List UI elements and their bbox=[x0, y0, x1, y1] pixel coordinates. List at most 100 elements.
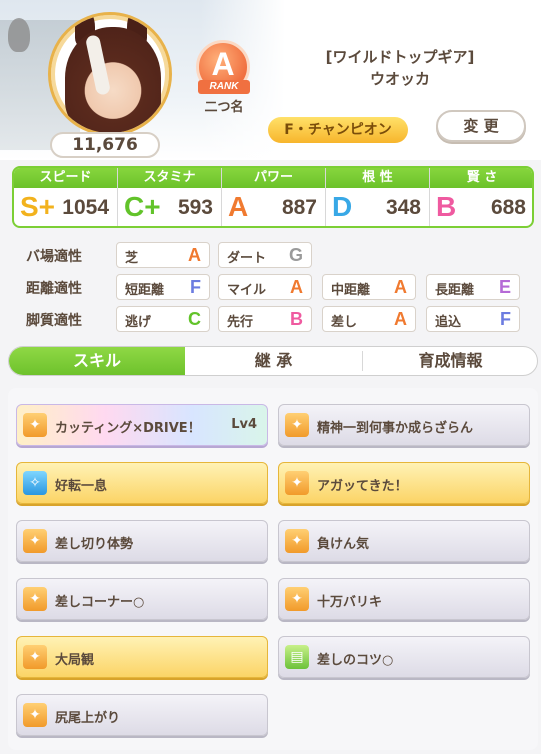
aptitude-grade: C bbox=[188, 309, 201, 329]
change-title-button[interactable]: 変 更 bbox=[436, 110, 526, 142]
speed-up-icon: ✦ bbox=[285, 471, 309, 495]
debuff-resist-icon: ▤ bbox=[285, 645, 309, 669]
skill-item[interactable]: ▤ 差しのコツ○ bbox=[278, 636, 530, 678]
speed-up-icon: ✦ bbox=[23, 587, 47, 611]
aptitude-name: 差し bbox=[331, 315, 358, 330]
avatar[interactable] bbox=[48, 12, 172, 136]
aptitude-name: 芝 bbox=[125, 251, 139, 266]
recovery-icon: ✧ bbox=[23, 471, 47, 495]
aptitude-dirt: ダート G bbox=[218, 242, 312, 268]
aptitude-grade: A bbox=[394, 277, 407, 297]
speed-up-icon: ✦ bbox=[285, 587, 309, 611]
stat-value: 887 bbox=[281, 196, 317, 219]
aptitude-grade: B bbox=[290, 309, 303, 329]
stat-power: パワー A 887 bbox=[222, 168, 326, 226]
skill-name: 負けん気 bbox=[317, 537, 370, 552]
aptitude-long: 長距離 E bbox=[426, 274, 520, 300]
aptitude-name: 短距離 bbox=[125, 283, 165, 298]
skills-panel: ✦ カッティング×DRIVE！ Lv4 ✦ 精神一到何事か成らざらん ✧ 好転一… bbox=[8, 388, 538, 750]
skill-name: 尻尾上がり bbox=[55, 711, 121, 726]
profile-header: 11,676 A RANK 二つ名 [ワイルドトップギア] ウオッカ F・チャン… bbox=[0, 0, 541, 160]
stat-grade: D bbox=[332, 191, 353, 222]
rank-ribbon: RANK bbox=[198, 80, 250, 94]
aptitude-sprint: 短距離 F bbox=[116, 274, 210, 300]
aptitude-grade: E bbox=[498, 277, 511, 297]
aptitude-grade: A bbox=[394, 309, 407, 329]
speed-up-icon: ✦ bbox=[23, 645, 47, 669]
character-portrait bbox=[65, 27, 161, 133]
aptitude-name: 先行 bbox=[227, 315, 254, 330]
aptitude-name: 中距離 bbox=[331, 283, 371, 298]
skill-name: 差しコーナー○ bbox=[55, 595, 145, 610]
skill-item[interactable]: ✦ 十万バリキ bbox=[278, 578, 530, 620]
aptitude-name: 追込 bbox=[435, 315, 462, 330]
skill-name: カッティング×DRIVE！ bbox=[55, 421, 201, 436]
aptitude-name: マイル bbox=[227, 283, 267, 298]
stat-stamina: スタミナ C+ 593 bbox=[118, 168, 222, 226]
rank-letter: A bbox=[211, 46, 235, 82]
stat-label: 賢 さ bbox=[430, 168, 532, 188]
stat-value: 1054 bbox=[62, 196, 109, 219]
stat-value: 688 bbox=[490, 196, 526, 219]
stat-label: スピード bbox=[14, 168, 117, 188]
skill-item[interactable]: ✦ 精神一到何事か成らざらん bbox=[278, 404, 530, 446]
track-aptitude-label: バ場適性 bbox=[26, 249, 82, 265]
speed-up-icon: ✦ bbox=[285, 413, 309, 437]
stat-label: スタミナ bbox=[118, 168, 221, 188]
stat-wisdom: 賢 さ B 688 bbox=[430, 168, 532, 226]
aptitude-name: 長距離 bbox=[435, 283, 475, 298]
aptitude-betweener: 差し A bbox=[322, 306, 416, 332]
aptitude-name: 逃げ bbox=[125, 315, 152, 330]
nickname-label: 二つ名 bbox=[204, 100, 244, 115]
aptitude-grade: G bbox=[288, 245, 303, 265]
carrot-icon bbox=[8, 18, 30, 52]
stat-grade: S+ bbox=[20, 191, 56, 222]
speed-up-icon: ✦ bbox=[23, 413, 47, 437]
aptitude-leader: 先行 B bbox=[218, 306, 312, 332]
skill-item[interactable]: ✦ 負けん気 bbox=[278, 520, 530, 562]
stat-grade: C+ bbox=[124, 191, 161, 222]
aptitude-runner: 逃げ C bbox=[116, 306, 210, 332]
skill-name: 好転一息 bbox=[55, 479, 108, 494]
skill-item[interactable]: ✦ 差し切り体勢 bbox=[16, 520, 268, 562]
skill-item[interactable]: ✦ 差しコーナー○ bbox=[16, 578, 268, 620]
tab-inheritance[interactable]: 継 承 bbox=[185, 347, 362, 375]
skill-name: アガッてきた！ bbox=[317, 479, 408, 494]
skill-name: 十万バリキ bbox=[317, 595, 383, 610]
aptitude-turf: 芝 A bbox=[116, 242, 210, 268]
aptitude-mile: マイル A bbox=[218, 274, 312, 300]
aptitude-chaser: 追込 F bbox=[426, 306, 520, 332]
speed-up-icon: ✦ bbox=[285, 529, 309, 553]
skill-item[interactable]: ✧ 好転一息 bbox=[16, 462, 268, 504]
speed-up-icon: ✦ bbox=[23, 703, 47, 727]
speed-up-icon: ✦ bbox=[23, 529, 47, 553]
stat-speed: スピード S+ 1054 bbox=[14, 168, 118, 226]
skill-name: 差しのコツ○ bbox=[317, 653, 394, 668]
skill-name: 精神一到何事か成らざらん bbox=[317, 421, 474, 436]
distance-aptitude-label: 距離適性 bbox=[26, 281, 82, 297]
stat-grade: B bbox=[436, 191, 457, 222]
tab-training-info[interactable]: 育成情報 bbox=[363, 347, 537, 375]
stat-value: 593 bbox=[177, 196, 213, 219]
skill-name: 大局観 bbox=[55, 653, 95, 668]
aptitude-grade: A bbox=[188, 245, 201, 265]
outfit-title: [ワイルドトップギア] bbox=[325, 48, 475, 66]
stats-panel: スピード S+ 1054 スタミナ C+ 593 パワー A 887 根 性 D… bbox=[12, 166, 534, 228]
style-aptitude-label: 脚質適性 bbox=[26, 313, 82, 329]
fan-count: 11,676 bbox=[50, 132, 160, 158]
aptitude-name: ダート bbox=[227, 251, 267, 266]
skill-item[interactable]: ✦ カッティング×DRIVE！ Lv4 bbox=[16, 404, 268, 446]
champion-title-badge: F・チャンピオン bbox=[268, 117, 408, 143]
aptitude-grade: F bbox=[500, 309, 511, 329]
aptitude-grade: A bbox=[290, 277, 303, 297]
skill-item[interactable]: ✦ アガッてきた！ bbox=[278, 462, 530, 504]
info-tabs: スキル 継 承 育成情報 bbox=[8, 346, 538, 376]
skill-item[interactable]: ✦ 大局観 bbox=[16, 636, 268, 678]
stat-label: パワー bbox=[222, 168, 325, 188]
skill-level: Lv4 bbox=[231, 417, 257, 432]
skill-name: 差し切り体勢 bbox=[55, 537, 134, 552]
character-name: ウオッカ bbox=[369, 70, 430, 88]
tab-skills[interactable]: スキル bbox=[9, 347, 185, 375]
skill-item[interactable]: ✦ 尻尾上がり bbox=[16, 694, 268, 736]
aptitude-medium: 中距離 A bbox=[322, 274, 416, 300]
